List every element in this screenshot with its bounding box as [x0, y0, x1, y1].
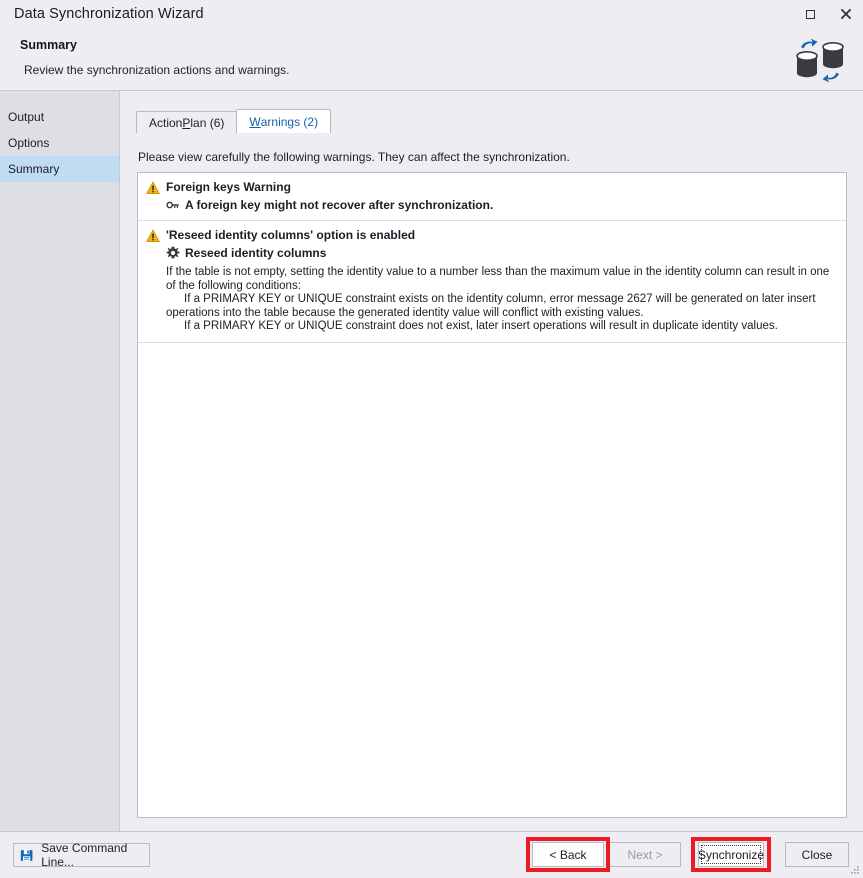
instructions-text: Please view carefully the following warn…: [138, 150, 570, 164]
sidebar-item-label: Summary: [8, 162, 60, 176]
page-title: Summary: [20, 38, 77, 52]
back-button[interactable]: < Back: [532, 842, 604, 867]
list-item[interactable]: 'Reseed identity columns' option is enab…: [138, 221, 846, 343]
sidebar-item-options[interactable]: Options: [0, 130, 119, 156]
title-bar: Data Synchronization Wizard: [0, 0, 863, 30]
sidebar-item-label: Output: [8, 110, 45, 124]
warning-body: If the table is not empty, setting the i…: [166, 266, 838, 334]
tab-warnings-accel: W: [249, 114, 261, 129]
tab-strip: Action Plan (6) Warnings (2): [136, 109, 332, 133]
tab-action-plan-accel: P: [182, 115, 191, 130]
warning-detail-title: A foreign key might not recover after sy…: [185, 198, 494, 212]
warning-title: 'Reseed identity columns' option is enab…: [166, 228, 416, 242]
close-icon: [840, 8, 852, 20]
gear-icon: [166, 246, 180, 259]
focus-ring: [701, 845, 761, 864]
close-window-button[interactable]: [829, 0, 863, 28]
maximize-button[interactable]: [793, 0, 827, 28]
database-sync-icon: [793, 34, 845, 86]
warning-body-line: If the table is not empty, setting the i…: [166, 266, 830, 292]
next-button[interactable]: Next >: [609, 842, 681, 867]
window-title: Data Synchronization Wizard: [14, 6, 204, 22]
save-command-line-label: Save Command Line...: [41, 841, 128, 869]
list-item[interactable]: Foreign keys Warning A foreign key might…: [138, 173, 846, 221]
save-command-line-button[interactable]: Save Command Line...: [13, 841, 150, 869]
floppy-save-icon: [20, 849, 33, 861]
synchronize-button[interactable]: Synchronize: [698, 842, 764, 867]
tab-action-plan-label-pre: Action: [149, 115, 183, 130]
next-button-label: Next >: [627, 847, 663, 862]
resize-grip-icon[interactable]: [848, 863, 860, 875]
warning-body-line: If a PRIMARY KEY or UNIQUE constraint ex…: [166, 293, 816, 319]
tab-action-plan-label-post: lan (6): [190, 115, 225, 130]
warning-title: Foreign keys Warning: [166, 180, 291, 194]
sidebar-item-summary[interactable]: Summary: [0, 156, 119, 182]
warnings-list[interactable]: Foreign keys Warning A foreign key might…: [137, 172, 847, 818]
warning-body-line: If a PRIMARY KEY or UNIQUE constraint do…: [184, 320, 778, 332]
wizard-header: Summary Review the synchronization actio…: [0, 30, 863, 90]
tab-warnings-label-post: arnings (2): [260, 114, 319, 129]
sidebar-item-label: Options: [8, 136, 50, 150]
close-button-label: Close: [801, 847, 833, 862]
key-icon: [166, 201, 179, 209]
warning-triangle-icon: [146, 181, 160, 194]
tab-warnings[interactable]: Warnings (2): [236, 109, 332, 133]
main-panel: Action Plan (6) Warnings (2) Please view…: [121, 91, 863, 831]
wizard-steps-sidebar: Output Options Summary: [0, 91, 120, 831]
warning-detail-title: Reseed identity columns: [185, 246, 327, 260]
sidebar-item-output[interactable]: Output: [0, 104, 119, 130]
maximize-icon: [805, 9, 815, 19]
tab-action-plan[interactable]: Action Plan (6): [136, 111, 238, 133]
close-button[interactable]: Close: [785, 842, 849, 867]
warning-triangle-icon: [146, 229, 160, 242]
page-subtitle: Review the synchronization actions and w…: [24, 63, 290, 77]
back-button-label: < Back: [549, 847, 587, 862]
